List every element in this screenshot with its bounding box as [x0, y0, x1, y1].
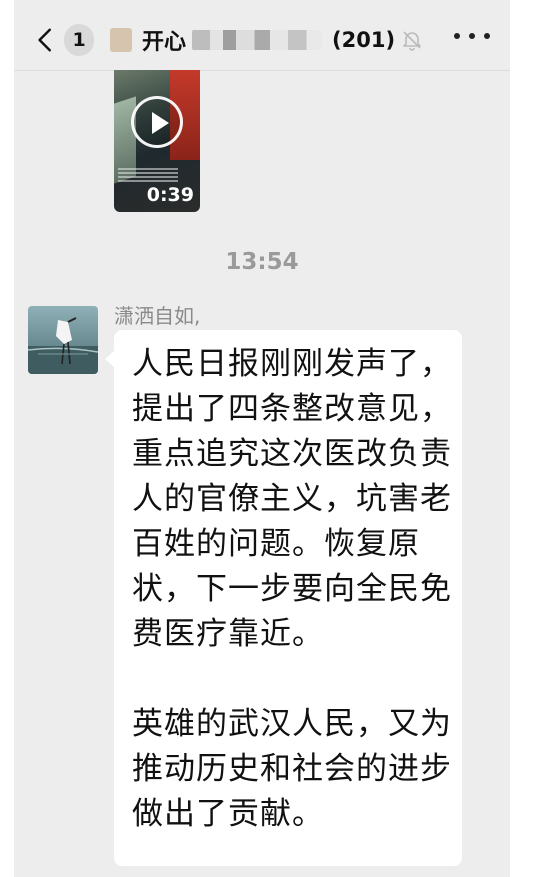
more-options-button[interactable] [454, 30, 490, 42]
mute-bell-icon [403, 31, 421, 51]
sender-avatar[interactable] [28, 306, 98, 374]
video-duration: 0:39 [146, 184, 194, 206]
group-name: 开心 [142, 30, 187, 55]
message-paragraph: 人民日报刚刚发声了，提出了四条整改意见，重点追究这次医改负责人的官僚主义，坑害老… [132, 346, 452, 652]
redacted-name [192, 30, 323, 50]
message-text: 人民日报刚刚发声了，提出了四条整改意见，重点追究这次医改负责人的官僚主义，坑害老… [132, 342, 452, 837]
chat-header: 1 开心 (201) [14, 0, 510, 71]
blurred-avatar-icon [110, 28, 132, 52]
dot-icon [454, 33, 460, 39]
back-button[interactable]: 1 [34, 20, 94, 60]
sender-name: 潇洒自如, [114, 304, 201, 328]
member-count: (201) [332, 28, 396, 52]
dot-icon [484, 33, 490, 39]
dot-icon [469, 33, 475, 39]
play-icon[interactable] [131, 96, 183, 148]
chat-screen: 1 开心 (201) 0:39 13:54 潇洒自如, 人民日报刚刚发声了，提出… [14, 0, 510, 877]
chevron-left-icon [38, 28, 51, 52]
message-bubble[interactable]: 人民日报刚刚发声了，提出了四条整改意见，重点追究这次医改负责人的官僚主义，坑害老… [105, 330, 462, 866]
bubble-tail [105, 350, 115, 368]
message-timestamp: 13:54 [225, 249, 299, 275]
unread-count-badge: 1 [64, 24, 94, 56]
chat-title[interactable]: 开心 (201) [110, 24, 423, 56]
message-paragraph: 英雄的武汉人民，又为推动历史和社会的进步做出了贡献。 [132, 706, 452, 832]
video-message[interactable]: 0:39 [114, 70, 200, 212]
heron-avatar-icon [28, 317, 98, 374]
video-caption-overlay [118, 168, 178, 184]
